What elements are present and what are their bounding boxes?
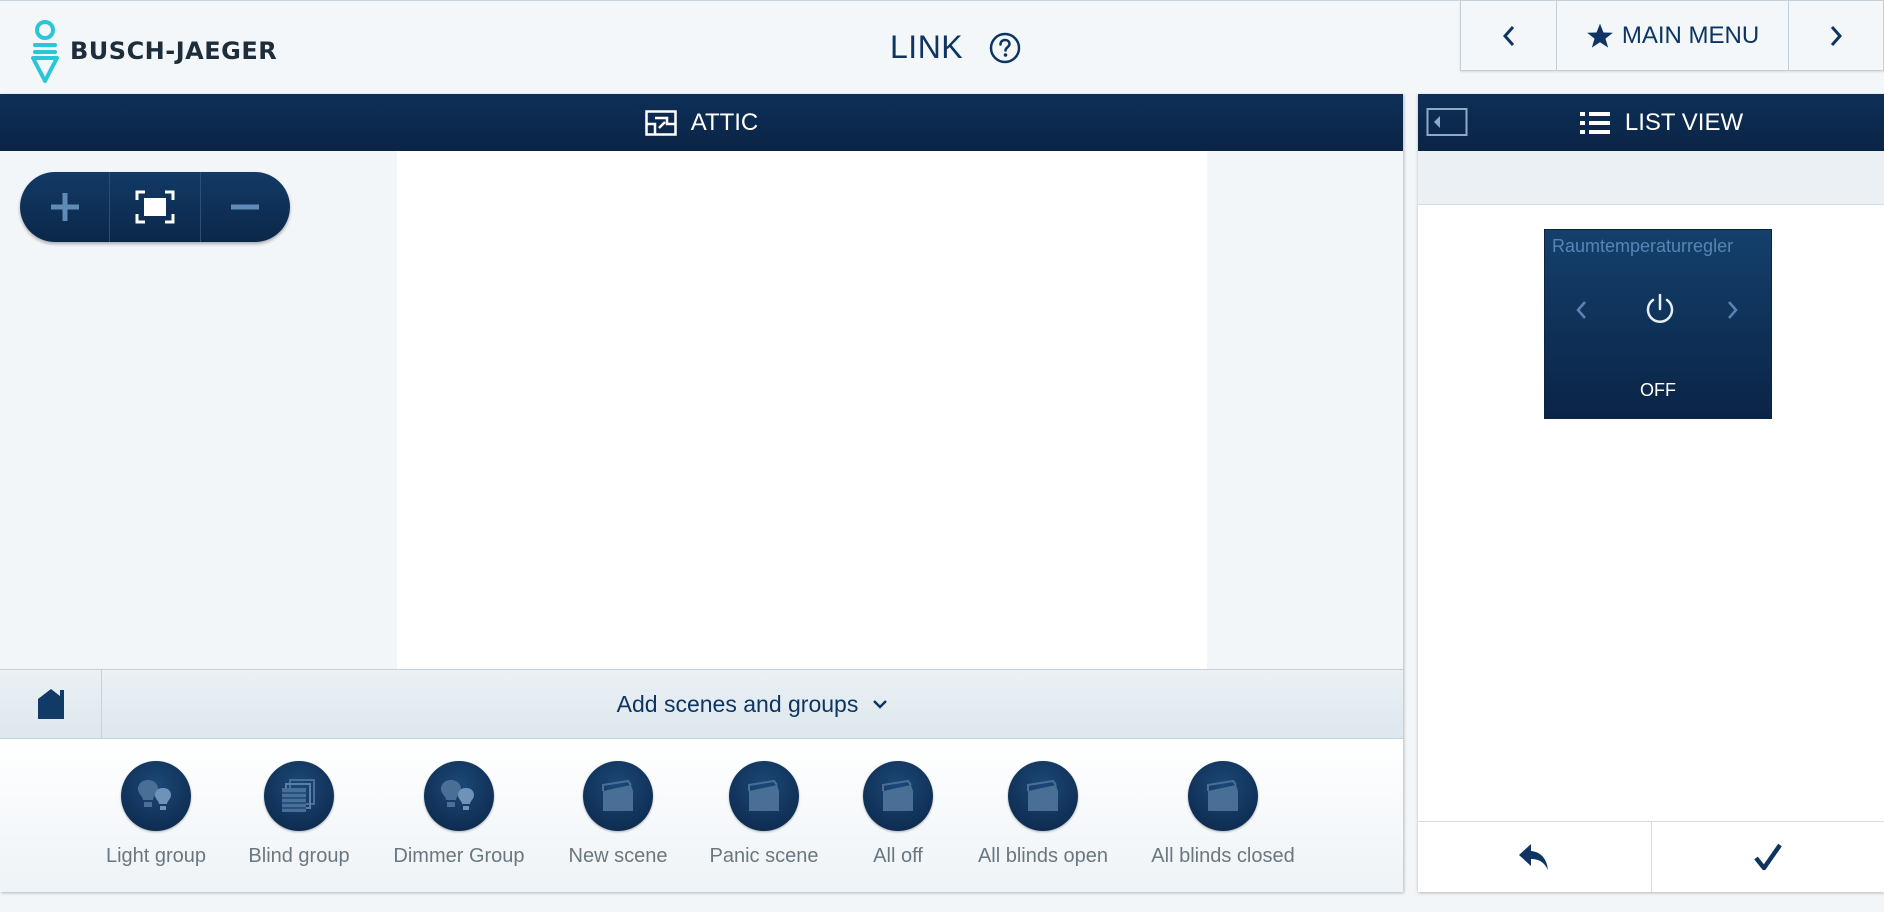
tray-item-label: Light group [105,845,207,867]
tile-next-button[interactable] [1727,300,1739,325]
plus-icon [50,193,79,221]
zoom-controls [20,172,290,242]
zoom-out-button[interactable] [201,172,290,242]
page-title: LINK [890,29,964,65]
chevron-right-icon [1728,301,1738,319]
power-button[interactable] [1643,292,1677,333]
floor-plan-image[interactable] [397,151,1207,669]
collapse-panel-icon [1426,108,1468,136]
clapperboard-icon [729,761,799,831]
list-view-subbar [1418,151,1884,205]
clapperboard-icon [1188,761,1258,831]
power-icon [1646,293,1674,323]
add-scenes-bar: Add scenes and groups [0,669,1403,739]
confirm-button[interactable] [1652,822,1884,892]
tray-item-dimmer-group[interactable]: Dimmer Group [385,761,533,868]
main-menu-button[interactable]: MAIN MENU [1557,1,1789,70]
tile-status: OFF [1640,380,1676,400]
brand-name: BUSCH-JAEGER [70,37,278,65]
home-icon [37,689,64,719]
list-view-panel: LIST VIEW Raumtemperaturregler OFF [1418,94,1884,892]
help-icon[interactable] [989,32,1021,64]
list-view-toggle[interactable]: LIST VIEW [1579,109,1743,137]
main-navigation: MAIN MENU [1460,1,1884,71]
tray-item-light-group[interactable]: Light group [99,761,213,868]
tray-item-label: Dimmer Group [393,845,525,867]
tray-item-label: New scene [568,845,668,867]
tray-item-all-off[interactable]: All off [853,761,943,868]
floor-title-bar[interactable]: ATTIC [0,94,1403,151]
blind-group-icon [264,761,334,831]
tray-item-blind-group[interactable]: Blind group [241,761,357,868]
minus-icon [231,204,260,210]
add-scenes-toggle[interactable]: Add scenes and groups [102,670,1403,738]
next-button[interactable] [1789,1,1883,70]
previous-button[interactable] [1461,1,1557,70]
tray-item-label: Panic scene [709,845,819,867]
list-icon [1579,111,1610,134]
fit-screen-icon [135,190,175,224]
tile-previous-button[interactable] [1575,300,1587,325]
thermostat-tile[interactable]: Raumtemperaturregler OFF [1544,229,1772,419]
chevron-left-icon [1502,25,1514,46]
tray-item-label: All blinds open [977,845,1109,867]
tray-item-all-blinds-open[interactable]: All blinds open [971,761,1115,868]
tray-item-new-scene[interactable]: New scene [561,761,675,868]
panel-footer [1418,821,1884,892]
floor-canvas[interactable] [0,151,1403,669]
floor-name: ATTIC [690,108,759,136]
add-scenes-label: Add scenes and groups [616,690,859,717]
tray-item-label: Blind group [248,845,350,867]
floor-plan-icon [644,109,677,136]
star-icon [1586,23,1613,48]
chevron-down-icon [873,700,888,709]
scenes-groups-tray: Light group Blind group Dimmer Group New… [0,739,1403,892]
clapperboard-icon [863,761,933,831]
home-button[interactable] [0,670,102,738]
chevron-right-icon [1830,25,1843,46]
tray-item-panic-scene[interactable]: Panic scene [703,761,825,868]
clapperboard-icon [583,761,653,831]
tray-item-label: All off [873,845,923,867]
dimmer-group-icon [424,761,494,831]
list-view-title: LIST VIEW [1624,108,1744,136]
clapperboard-icon [1008,761,1078,831]
tray-item-label: All blinds closed [1151,845,1295,867]
list-view-bar: LIST VIEW [1418,94,1884,151]
reply-arrow-icon [1519,844,1549,870]
app-header: BUSCH-JAEGER LINK MAIN MENU [0,0,1884,94]
tile-title: Raumtemperaturregler [1552,236,1734,256]
collapse-panel-button[interactable] [1426,106,1468,138]
fit-to-screen-button[interactable] [110,172,201,242]
floor-plan-panel: ATTIC Add scenes and groups Light group … [0,94,1403,892]
zoom-in-button[interactable] [20,172,111,242]
checkmark-icon [1753,843,1782,871]
bulb-group-icon [121,761,191,831]
tray-item-all-blinds-closed[interactable]: All blinds closed [1143,761,1303,868]
chevron-left-icon [1576,301,1586,319]
brand-logo: BUSCH-JAEGER [30,19,277,83]
back-button[interactable] [1418,822,1652,892]
main-menu-label: MAIN MENU [1621,21,1760,49]
busch-jaeger-logo-icon [30,19,60,83]
